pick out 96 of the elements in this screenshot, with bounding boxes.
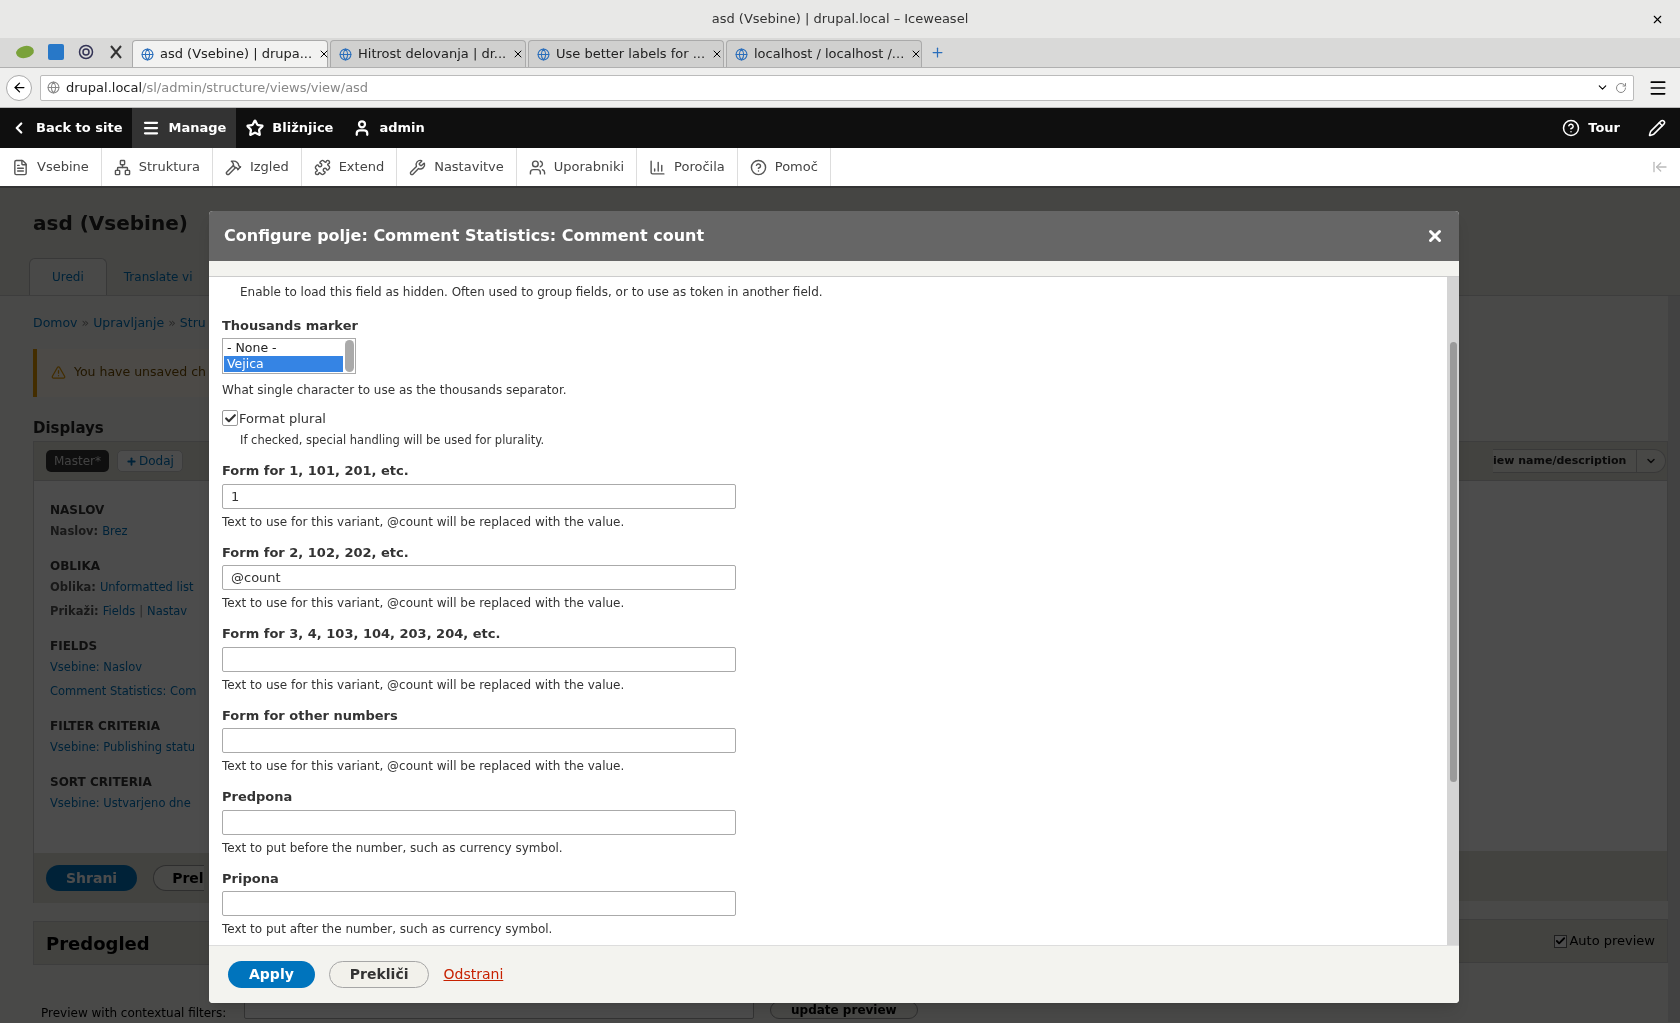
browser-tab[interactable]: asd (Vsebine) | drupa... [132,40,328,67]
puzzle-icon [313,158,331,176]
apply-button[interactable]: Apply [228,961,315,988]
text-field[interactable] [222,891,736,917]
field-label: Form for 3, 4, 103, 104, 203, 204, etc. [222,625,502,644]
field-label: Form for other numbers [222,706,399,725]
field-description: Text to put after the number, such as currency symbol. [222,921,554,939]
separator: | [139,602,144,620]
tray-item[interactable]: Pomoč [737,148,831,186]
people-icon [528,158,546,176]
url-path: /sl/admin/structure/views/view/asd [142,78,370,97]
field-description: Text to use for this variant, @count will be replaced with the value. [222,676,626,694]
field-label: Thousands marker [222,317,359,335]
bar-chart-icon [649,158,667,176]
back-button[interactable] [6,74,32,101]
thousands-select[interactable]: - None - Vejica [222,337,356,374]
star-icon [246,119,265,137]
cancel-button[interactable]: Prekliči [328,961,430,988]
close-icon[interactable] [1651,13,1664,26]
remove-link[interactable]: Odstrani [443,964,504,985]
field-label: Form for 2, 102, 202, etc. [222,543,410,562]
text-field[interactable] [222,809,736,835]
field-description: Text to put before the number, such as currency symbol. [222,839,564,857]
tour-button[interactable]: Tour [1548,108,1634,148]
scrollbar-thumb[interactable] [1449,342,1457,782]
url-field[interactable]: drupal.local/sl/admin/structure/views/view/asd [40,74,1634,101]
section-title: SORT CRITERIA [50,774,153,792]
check-icon [223,411,237,425]
tray-item[interactable]: Poročila [637,148,738,186]
field-description: Enable to load this field as hidden. Often used to group fields, or to use as token in another field. [239,284,824,301]
field-description: Text to use for this variant, @count will be replaced with the value. [222,595,626,613]
toolbar-item[interactable]: Bližnjice [236,108,344,148]
select-option[interactable]: Vejica [224,355,343,372]
tile-icon[interactable] [48,44,64,60]
tray-item[interactable]: Nastavitve [397,148,517,186]
globe-icon [537,47,550,61]
dialog-title: Configure polje: Comment Statistics: Comment count [224,225,706,247]
tray-item[interactable]: Uporabniki [516,148,638,186]
field-label: Form for 1, 101, 201, etc. [222,462,410,481]
toolbar-item[interactable]: Manage [132,108,237,148]
browser-tab[interactable]: localhost / localhost /... [726,40,922,67]
browser-tab[interactable]: Use better labels for ... [528,40,724,67]
text-field[interactable] [222,646,736,672]
tab-title: localhost / localhost /... [754,45,905,64]
checkbox[interactable] [222,410,238,427]
field-description: If checked, special handling will be used for plurality. [239,432,546,449]
spiral-icon[interactable] [78,44,94,60]
page-title: asd (Vsebine) [32,210,188,237]
field-description: Text to use for this variant, @count will be replaced with the value. [222,758,626,776]
menu-icon [142,119,161,137]
help-icon [1562,119,1581,137]
toolbar-item[interactable]: admin [343,108,435,148]
tab-title: asd (Vsebine) | drupa... [160,45,313,64]
preview-heading: Predogled [46,931,150,956]
document-icon [12,158,29,176]
field-label: Predpona [222,788,294,807]
globe-icon [735,47,748,61]
new-tab-icon[interactable] [930,45,945,60]
text-field[interactable]: @count [222,565,736,591]
url-host: drupal.local [66,78,143,97]
separator: » [81,314,90,332]
text-field[interactable]: 1 [222,483,736,509]
checkbox-label: Auto preview [1569,932,1655,951]
scrollbar-thumb[interactable] [345,339,354,372]
window-title: asd (Vsebine) | drupal.local – Iceweasel [711,10,969,29]
field-description: What single character to use as the thousands separator. [222,381,568,399]
tray-item[interactable]: Extend [301,148,398,186]
help-icon [749,158,767,176]
hammer-icon [224,158,242,176]
section-title: NASLOV [50,502,106,520]
select-option[interactable]: - None - [224,339,343,356]
globe-icon [339,47,352,61]
wrench-icon [409,158,427,176]
separator: » [168,314,176,332]
reload-icon[interactable] [1615,81,1627,94]
checkbox-label: Format plural [239,409,326,428]
browser-tab[interactable]: Hitrost delovanja | dr... [330,40,526,67]
tab-title: Use better labels for ... [556,45,706,64]
warning-message: You have unsaved ch [74,363,206,382]
edit-icon[interactable] [1648,119,1666,137]
section-title: FIELDS [50,638,99,656]
text-field[interactable] [222,728,736,754]
field-label: Pripona [222,869,280,888]
tray-item[interactable]: Izgled [212,148,302,186]
section-heading: Displays [33,417,105,439]
section-title: FILTER CRITERIA [50,718,161,736]
section-title: OBLIKA [50,558,102,576]
globe-icon [141,47,154,61]
tray-item[interactable]: Vsebine [0,148,102,186]
field-description: Text to use for this variant, @count will be replaced with the value. [222,513,626,531]
preview-label: Preview with contextual filters: [41,1006,227,1021]
hierarchy-icon [113,158,131,176]
toolbar-item[interactable]: Back to site [0,108,133,148]
tab-title: Hitrost delovanja | dr... [358,45,507,64]
globe-icon [47,81,60,94]
tray-item[interactable]: Struktura [101,148,213,186]
